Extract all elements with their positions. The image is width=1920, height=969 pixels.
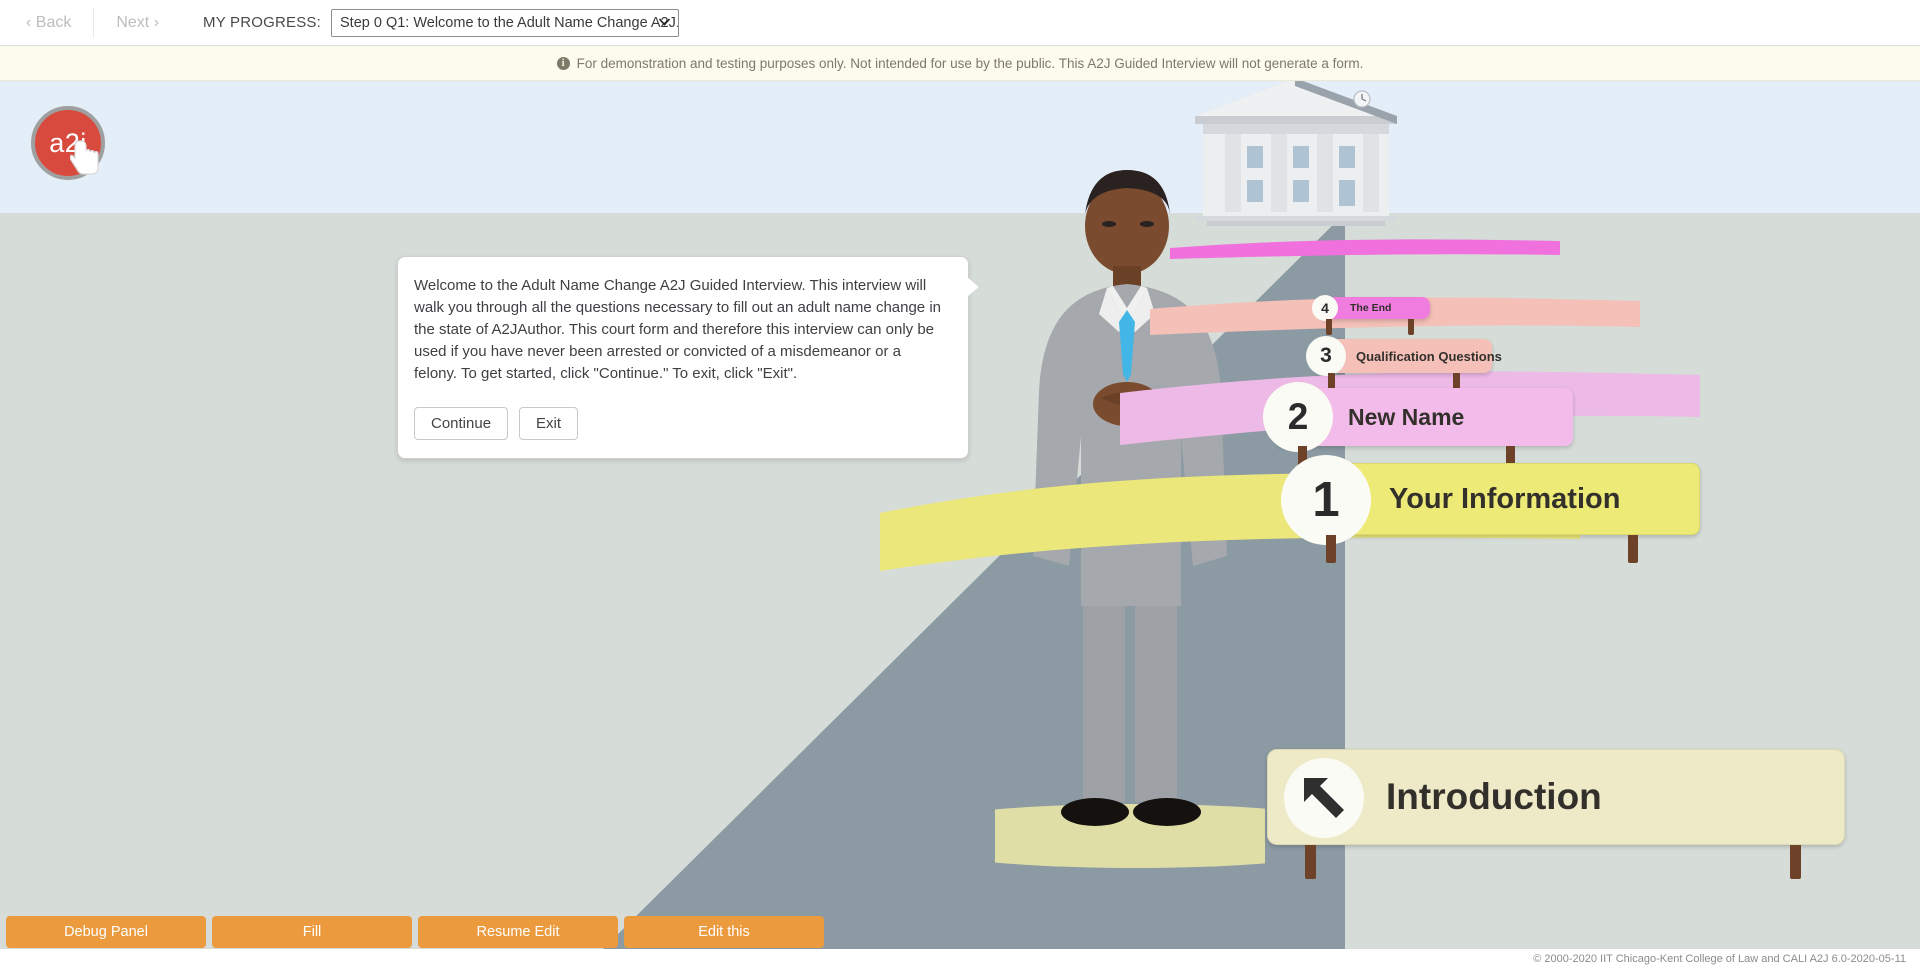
sign-label-2: New Name xyxy=(1348,403,1465,430)
sign-number-2: 2 xyxy=(1263,382,1333,452)
fill-button[interactable]: Fill xyxy=(212,916,412,948)
dialog-body-text: Welcome to the Adult Name Change A2J Gui… xyxy=(414,277,941,382)
edit-this-button[interactable]: Edit this xyxy=(624,916,824,948)
sky-background xyxy=(0,81,1920,213)
sign-number-4: 4 xyxy=(1312,295,1338,321)
cursor-pointer-icon xyxy=(70,140,99,175)
sign-label-3: Qualification Questions xyxy=(1356,348,1502,364)
sign-number-3: 3 xyxy=(1306,336,1346,376)
sign-step-4[interactable]: 4 The End xyxy=(1312,295,1430,335)
sign-label-introduction: Introduction xyxy=(1386,776,1602,817)
demo-notice-bar: i For demonstration and testing purposes… xyxy=(0,46,1920,81)
debug-toolbar: Debug Panel Fill Resume Edit Edit this xyxy=(0,916,1920,952)
progress-select-wrap: Step 0 Q1: Welcome to the Adult Name Cha… xyxy=(331,8,679,37)
resume-edit-button[interactable]: Resume Edit xyxy=(418,916,618,948)
copyright-text: © 2000-2020 IIT Chicago-Kent College of … xyxy=(1533,953,1906,965)
sign-step-2[interactable]: 2 New Name xyxy=(1263,382,1573,470)
sign-legs-1 xyxy=(1298,535,1700,565)
back-button[interactable]: ‹ Back xyxy=(0,0,93,46)
info-icon: i xyxy=(556,56,570,70)
a2j-interview-page: ‹ Back Next › MY PROGRESS: Step 0 Q1: We… xyxy=(0,0,1920,969)
sign-legs-introduction xyxy=(1267,845,1845,879)
interview-scene: 4 The End 3 Qualification Questions 2 Ne… xyxy=(0,81,1920,952)
page-footer: © 2000-2020 IIT Chicago-Kent College of … xyxy=(0,949,1920,969)
sign-step-1[interactable]: 1 Your Information xyxy=(1281,455,1700,563)
arrow-up-left-icon xyxy=(1284,758,1364,838)
interview-dialog: Welcome to the Adult Name Change A2J Gui… xyxy=(397,256,979,460)
dialog-button-row: Continue Exit xyxy=(414,407,946,441)
sign-label-4: The End xyxy=(1350,302,1392,314)
continue-button[interactable]: Continue xyxy=(414,407,509,441)
sign-label-1: Your Information xyxy=(1389,482,1621,515)
sign-current-introduction[interactable]: Introduction xyxy=(1267,749,1845,879)
notice-text: For demonstration and testing purposes o… xyxy=(576,55,1364,71)
sign-number-1: 1 xyxy=(1281,455,1371,545)
exit-button[interactable]: Exit xyxy=(519,407,579,441)
progress-select[interactable]: Step 0 Q1: Welcome to the Adult Name Cha… xyxy=(331,8,679,37)
dialog-tail xyxy=(967,277,979,297)
debug-panel-button[interactable]: Debug Panel xyxy=(6,916,206,948)
sign-step-3[interactable]: 3 Qualification Questions xyxy=(1306,336,1502,391)
next-button[interactable]: Next › xyxy=(94,0,181,46)
progress-label: MY PROGRESS: xyxy=(203,14,321,31)
top-navigation-bar: ‹ Back Next › MY PROGRESS: Step 0 Q1: We… xyxy=(0,0,1920,46)
